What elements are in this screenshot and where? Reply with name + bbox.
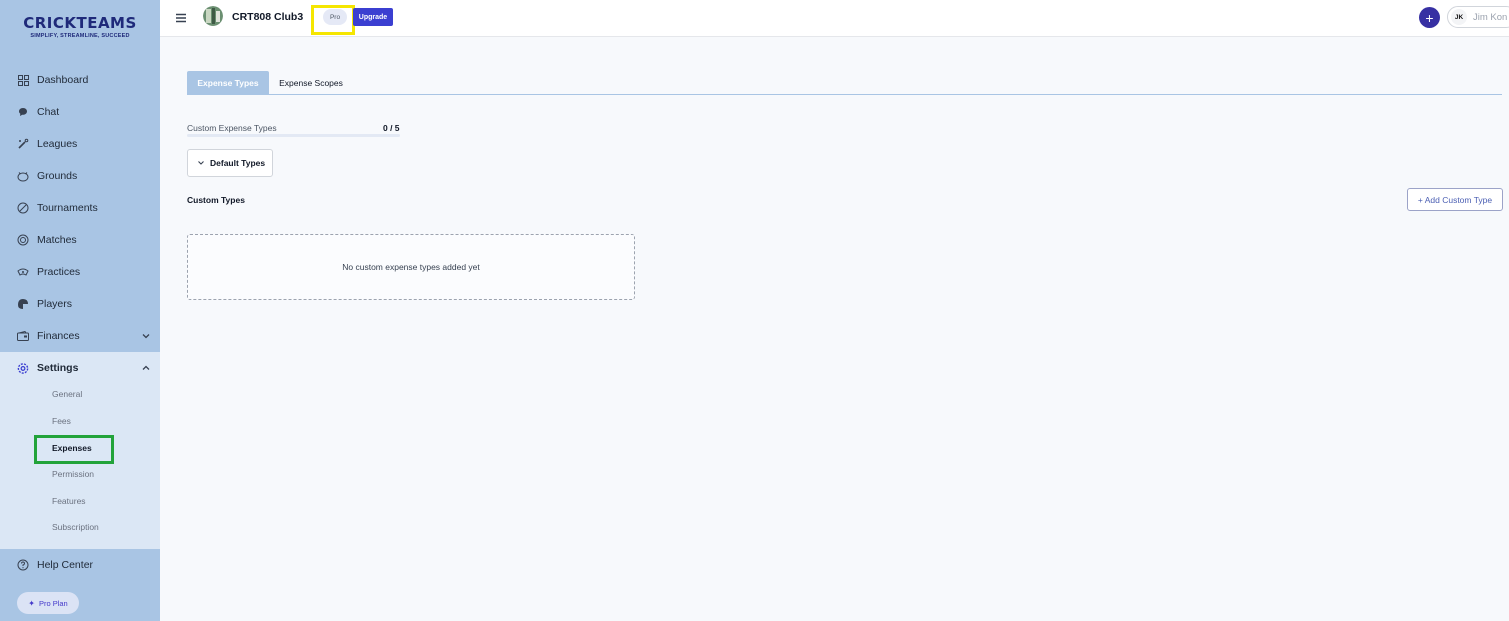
sidebar: CRICKTEAMS SIMPLIFY, STREAMLINE, SUCCEED… [0, 0, 160, 621]
upgrade-button[interactable]: Upgrade [353, 8, 393, 26]
tab-expense-scopes[interactable]: Expense Scopes [270, 71, 352, 95]
pro-plan-label: Pro Plan [38, 598, 68, 608]
sidebar-item-label: Players [37, 298, 73, 310]
sidebar-item-players[interactable]: Players [0, 288, 160, 320]
default-types-label: Default Types [210, 158, 266, 168]
sidebar-item-tournaments[interactable]: Tournaments [0, 192, 160, 224]
dashboard-grid-icon [17, 74, 29, 86]
sidebar-item-label: Settings [37, 362, 79, 374]
quota-value: 0 / 5 [383, 123, 400, 133]
custom-types-empty-state: No custom expense types added yet [187, 234, 635, 300]
default-types-toggle[interactable]: Default Types [187, 149, 273, 177]
plus-icon: + [1425, 9, 1434, 26]
wallet-icon [17, 330, 29, 342]
settings-sub-general[interactable]: General [52, 389, 82, 399]
add-button[interactable]: + [1419, 7, 1440, 28]
help-center-label: Help Center [37, 559, 94, 571]
chevron-down-icon [198, 161, 204, 165]
add-custom-type-button[interactable]: + Add Custom Type [1407, 188, 1503, 211]
logo-title: CRICKTEAMS [23, 14, 137, 32]
practice-icon [17, 266, 29, 278]
sidebar-item-matches[interactable]: Matches [0, 224, 160, 256]
settings-sub-subscription[interactable]: Subscription [52, 522, 99, 532]
sidebar-item-leagues[interactable]: Leagues [0, 128, 160, 160]
tab-expense-types[interactable]: Expense Types [187, 71, 269, 95]
ground-icon [17, 170, 29, 182]
chat-bubble-icon [17, 106, 29, 118]
settings-sub-features[interactable]: Features [52, 496, 86, 506]
user-name: Jim Kon [1473, 11, 1508, 23]
pro-plan-button[interactable]: ✦ Pro Plan [17, 592, 79, 614]
sidebar-item-label: Dashboard [37, 74, 89, 86]
sidebar-item-label: Matches [37, 234, 77, 246]
cricket-bat-icon [17, 138, 29, 150]
settings-sub-permission[interactable]: Permission [52, 469, 94, 479]
sidebar-item-settings[interactable]: Settings [0, 352, 160, 384]
sparkle-icon: ✦ [28, 598, 35, 608]
quota-label: Custom Expense Types [187, 123, 277, 133]
sidebar-item-finances[interactable]: Finances [0, 320, 160, 352]
sidebar-item-label: Practices [37, 266, 81, 278]
sidebar-item-chat[interactable]: Chat [0, 96, 160, 128]
tab-divider [187, 94, 1502, 95]
help-circle-icon [17, 559, 29, 571]
sidebar-item-label: Leagues [37, 138, 78, 150]
club-name[interactable]: CRT808 Club3 [232, 11, 303, 23]
sidebar-item-help-center[interactable]: Help Center [0, 549, 160, 581]
sidebar-item-label: Grounds [37, 170, 78, 182]
coin-icon [17, 234, 29, 246]
logo[interactable]: CRICKTEAMS SIMPLIFY, STREAMLINE, SUCCEED [0, 14, 160, 39]
helmet-icon [17, 298, 29, 310]
gear-icon [17, 362, 29, 374]
sidebar-item-label: Chat [37, 106, 60, 118]
menu-icon[interactable] [175, 11, 187, 23]
ball-icon [17, 202, 29, 214]
settings-sub-fees[interactable]: Fees [52, 416, 71, 426]
quota-progress-bar [187, 134, 400, 137]
avatar: JK [1451, 9, 1467, 25]
custom-types-title: Custom Types [187, 195, 245, 205]
user-menu[interactable]: JK Jim Kon [1447, 6, 1509, 28]
sidebar-item-dashboard[interactable]: Dashboard [0, 64, 160, 96]
top-bar: CRT808 Club3 Pro Upgrade + JK Jim Kon [160, 0, 1509, 37]
highlight-box-expenses [34, 435, 114, 464]
logo-tagline: SIMPLIFY, STREAMLINE, SUCCEED [30, 33, 130, 39]
chevron-down-icon [140, 330, 152, 342]
club-avatar[interactable] [203, 6, 223, 26]
highlight-box-pro [311, 5, 355, 35]
sidebar-item-label: Finances [37, 330, 80, 342]
chevron-up-icon [140, 362, 152, 374]
sidebar-item-practices[interactable]: Practices [0, 256, 160, 288]
sidebar-item-label: Tournaments [37, 202, 98, 214]
empty-state-text: No custom expense types added yet [342, 262, 480, 272]
sidebar-item-grounds[interactable]: Grounds [0, 160, 160, 192]
